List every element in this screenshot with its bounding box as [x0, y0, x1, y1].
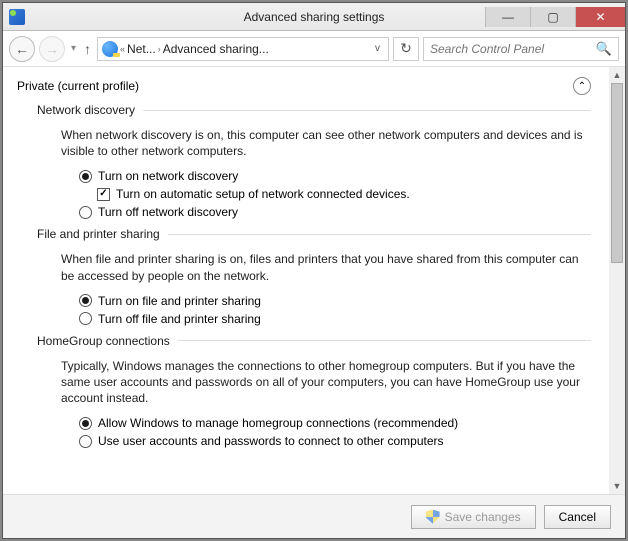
radio-homegroup-allow[interactable]: Allow Windows to manage homegroup connec…: [79, 416, 591, 430]
footer: Save changes Cancel: [3, 494, 625, 538]
scroll-up-icon[interactable]: ▲: [609, 67, 625, 83]
network-icon: [102, 41, 118, 57]
radio-discovery-on[interactable]: Turn on network discovery: [79, 169, 591, 183]
chevron-right-icon: ›: [158, 44, 161, 54]
radio-homegroup-user[interactable]: Use user accounts and passwords to conne…: [79, 434, 591, 448]
minimize-button[interactable]: —: [485, 7, 530, 27]
breadcrumb-network[interactable]: Net...: [127, 42, 156, 56]
radio-icon: [79, 417, 92, 430]
search-icon[interactable]: 🔍: [596, 41, 612, 57]
close-button[interactable]: ✕: [575, 7, 625, 27]
homegroup-title: HomeGroup connections: [37, 334, 170, 348]
radio-icon: [79, 312, 92, 325]
divider: [168, 234, 591, 235]
up-button[interactable]: ↑: [82, 41, 93, 57]
divider: [143, 110, 591, 111]
search-box[interactable]: 🔍: [423, 37, 619, 61]
profile-header[interactable]: Private (current profile) ⌃: [17, 77, 591, 95]
chevron-left-icon: «: [120, 44, 125, 54]
radio-icon: [79, 435, 92, 448]
maximize-button[interactable]: ▢: [530, 7, 575, 27]
network-discovery-desc: When network discovery is on, this compu…: [61, 127, 583, 159]
file-printer-title: File and printer sharing: [37, 227, 160, 241]
radio-discovery-off[interactable]: Turn off network discovery: [79, 205, 591, 219]
radio-fileprint-on[interactable]: Turn on file and printer sharing: [79, 294, 591, 308]
window: Advanced sharing settings — ▢ ✕ ← → ▾ ↑ …: [2, 2, 626, 539]
collapse-button[interactable]: ⌃: [573, 77, 591, 95]
breadcrumb-current[interactable]: Advanced sharing...: [163, 42, 269, 56]
checkbox-icon: [97, 188, 110, 201]
scroll-track[interactable]: [609, 83, 625, 478]
titlebar: Advanced sharing settings — ▢ ✕: [3, 3, 625, 31]
homegroup-desc: Typically, Windows manages the connectio…: [61, 358, 583, 407]
radio-icon: [79, 206, 92, 219]
refresh-button[interactable]: ↻: [393, 37, 419, 61]
radio-fileprint-off[interactable]: Turn off file and printer sharing: [79, 312, 591, 326]
vertical-scrollbar[interactable]: ▲ ▼: [609, 67, 625, 494]
history-dropdown-icon[interactable]: ▾: [69, 43, 78, 54]
scroll-down-icon[interactable]: ▼: [609, 478, 625, 494]
forward-button[interactable]: →: [39, 36, 65, 62]
chevron-up-icon: ⌃: [578, 81, 586, 92]
shield-icon: [426, 510, 440, 524]
scroll-thumb[interactable]: [611, 83, 623, 263]
save-changes-button[interactable]: Save changes: [411, 505, 536, 529]
search-input[interactable]: [430, 42, 596, 56]
profile-label: Private (current profile): [17, 79, 139, 93]
back-button[interactable]: ←: [9, 36, 35, 62]
cancel-button[interactable]: Cancel: [544, 505, 611, 529]
address-bar[interactable]: « Net... › Advanced sharing... v: [97, 37, 389, 61]
radio-icon: [79, 170, 92, 183]
network-discovery-title: Network discovery: [37, 103, 135, 117]
control-panel-icon: [9, 9, 25, 25]
content-area: Private (current profile) ⌃ Network disc…: [3, 67, 625, 494]
divider: [178, 340, 591, 341]
window-title: Advanced sharing settings: [244, 10, 385, 24]
checkbox-auto-setup[interactable]: Turn on automatic setup of network conne…: [97, 187, 591, 201]
file-printer-desc: When file and printer sharing is on, fil…: [61, 251, 583, 283]
navigation-bar: ← → ▾ ↑ « Net... › Advanced sharing... v…: [3, 31, 625, 67]
address-dropdown-icon[interactable]: v: [375, 43, 384, 54]
radio-icon: [79, 294, 92, 307]
